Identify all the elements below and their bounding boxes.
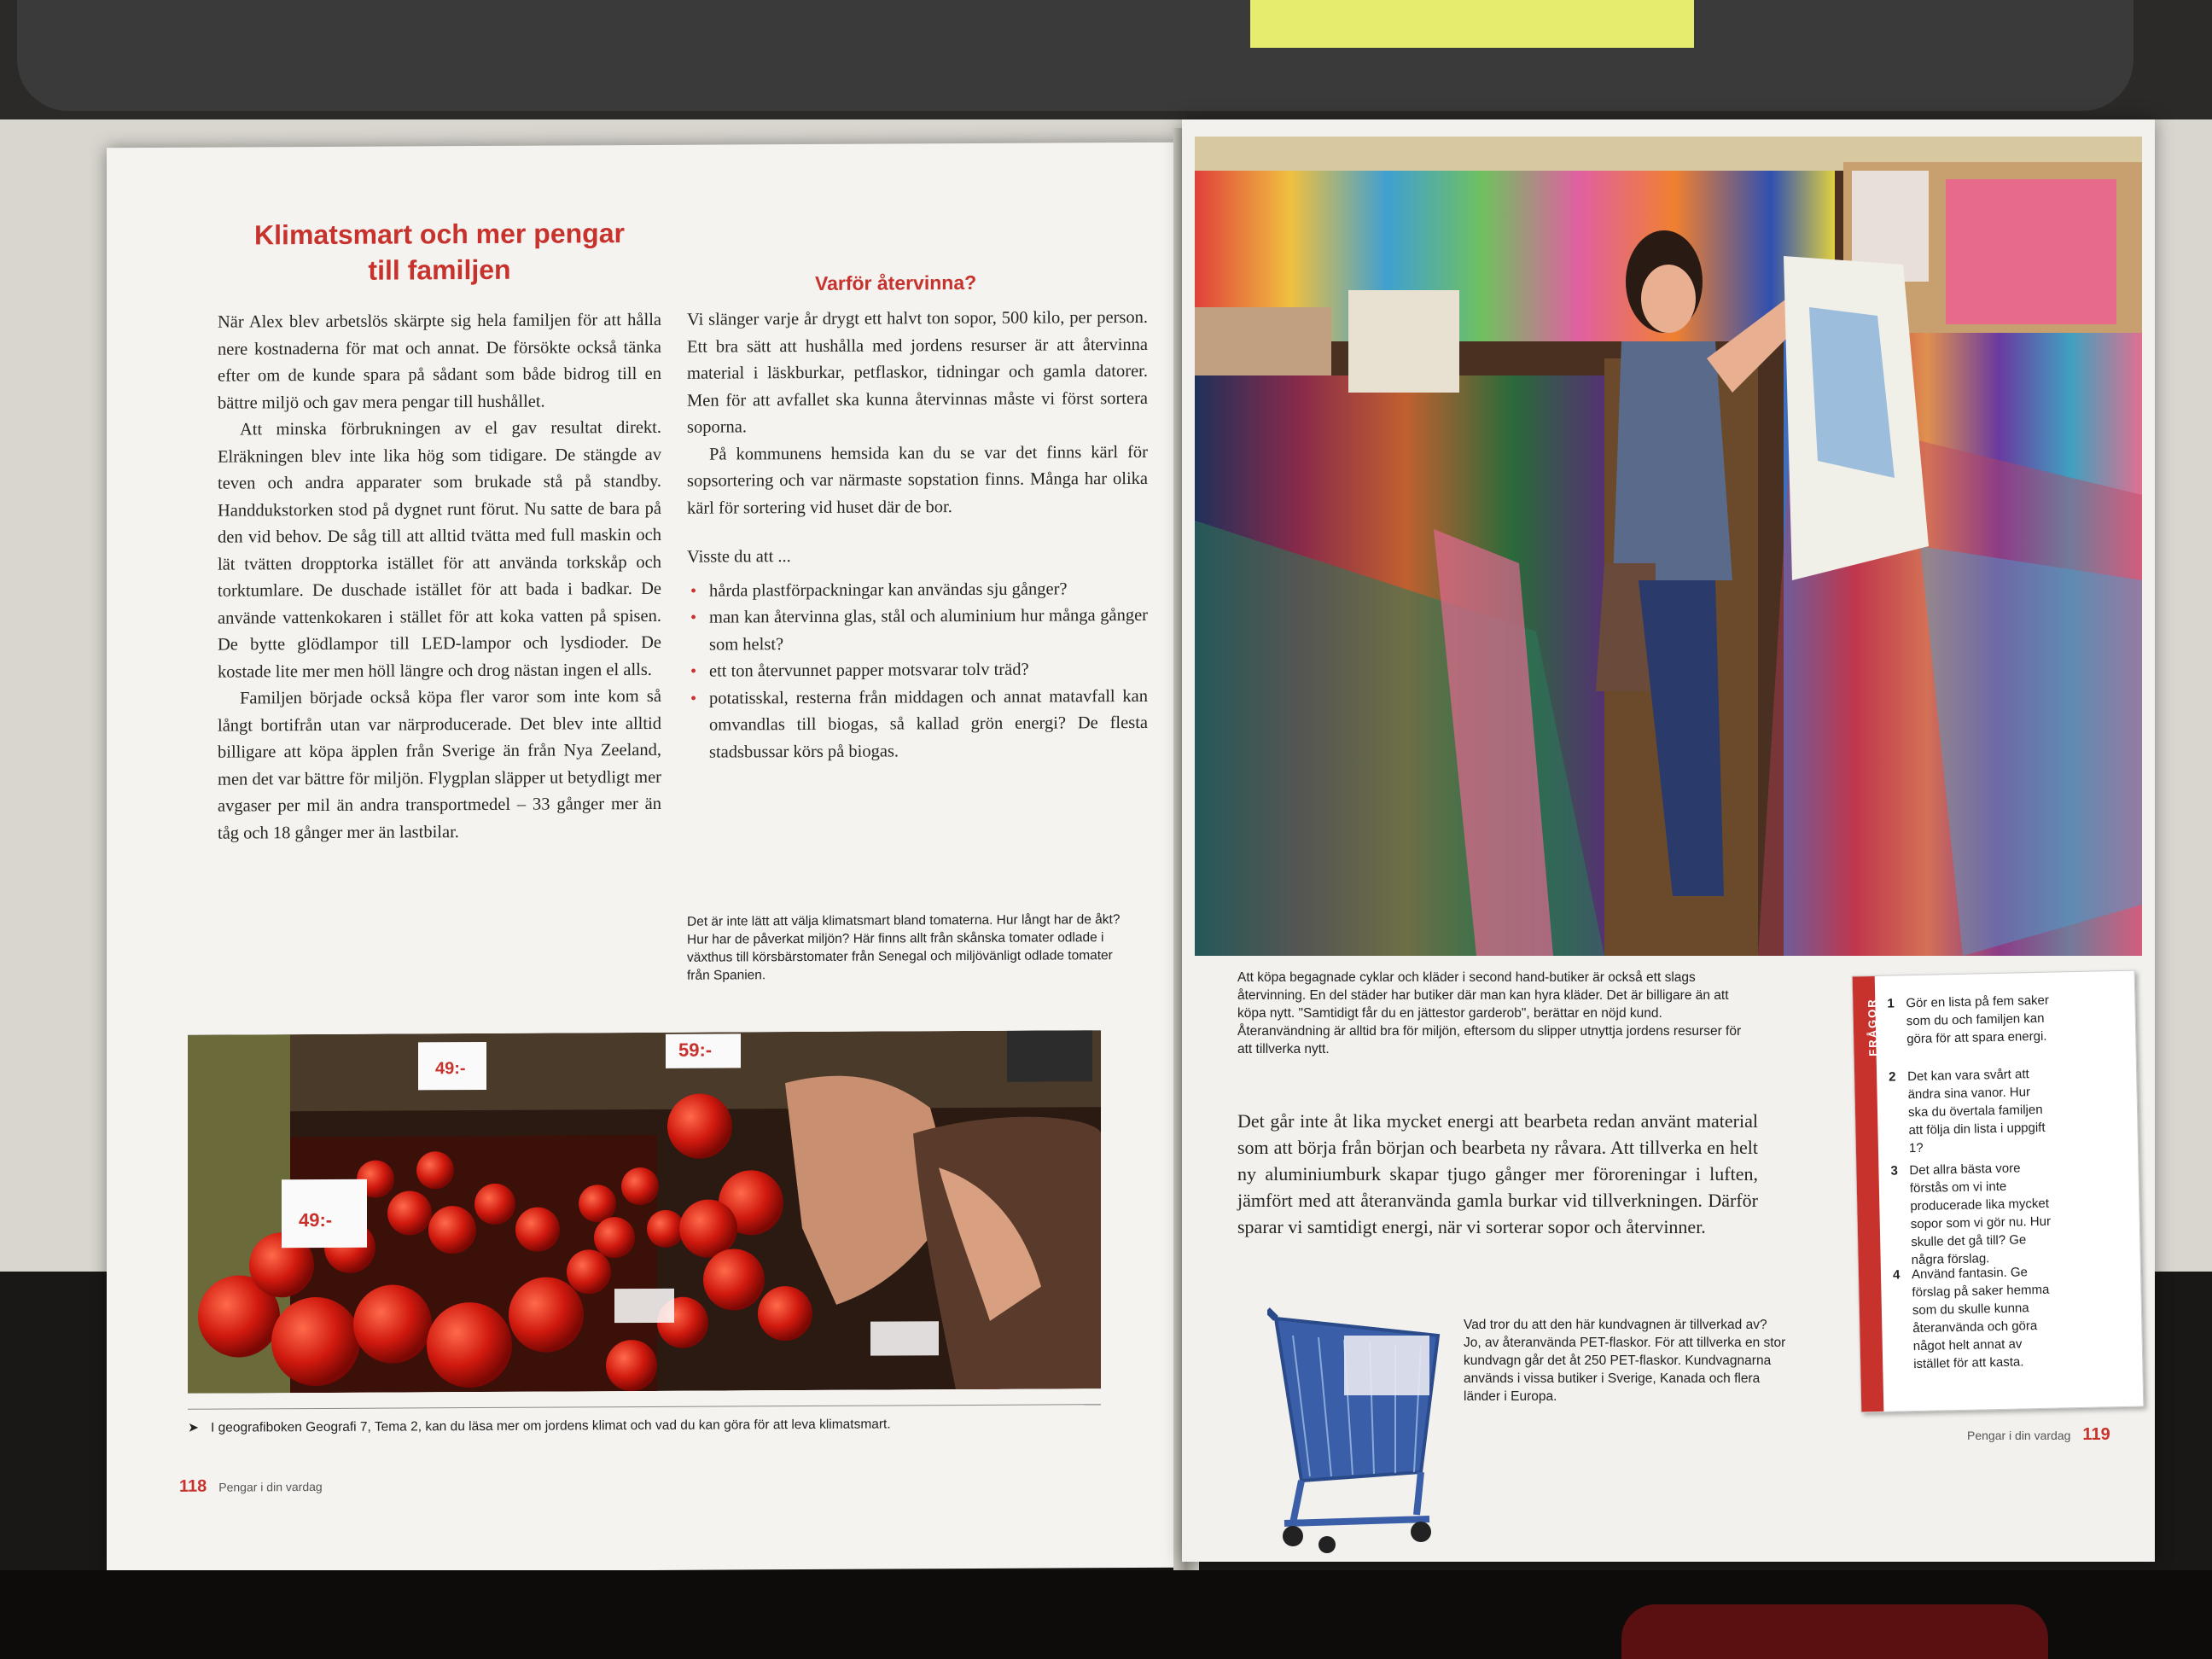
right-body: Det går inte åt lika mycket energi att b…: [1237, 1108, 1758, 1240]
footnote: ➤ I geografiboken Geografi 7, Tema 2, kan…: [188, 1414, 1126, 1437]
paragraph: Familjen började också köpa fler varor s…: [218, 686, 661, 843]
tomato-photo: 49:- 49:- 59:-: [188, 1030, 1101, 1394]
question-number: 4: [1892, 1267, 1901, 1283]
questions-label: FRÅGOR: [1865, 998, 1880, 1057]
list-item: potatisskal, resterna från middagen och …: [709, 683, 1148, 765]
price-tag: 49:-: [299, 1208, 333, 1231]
page-footer: 118 Pengar i din vardag: [179, 1476, 323, 1497]
page-label: Pengar i din vardag: [218, 1479, 323, 1494]
left-column-1: När Alex blev arbetslös skärpte sig hela…: [218, 307, 661, 847]
arrow-icon: ➤: [188, 1420, 199, 1435]
paragraph: Vi slänger varje år drygt ett halvt ton …: [687, 307, 1148, 437]
right-page: Att köpa begagnade cyklar och kläder i s…: [1182, 119, 2155, 1562]
price-tag: 59:-: [678, 1039, 713, 1061]
question-text: Gör en lista på fem saker som du och fam…: [1906, 992, 2050, 1047]
background-object: [1621, 1604, 2048, 1659]
paragraph: På kommunens hemsida kan du se var det f…: [687, 442, 1148, 518]
background-board: [17, 0, 2133, 111]
facts-list: hårda plastförpackningar kan användas sj…: [687, 575, 1148, 765]
question-item: 1 Gör en lista på fem saker som du och fa…: [1887, 992, 2052, 1049]
paragraph: Att minska förbrukningen av el gav resul…: [218, 417, 661, 682]
question-text: Det kan vara svårt att ändra sina vanor.…: [1906, 1067, 2046, 1156]
question-text: Det allra bästa vore förstås om vi inte …: [1909, 1161, 2052, 1268]
list-item: hårda plastförpackningar kan användas sj…: [709, 575, 1148, 604]
list-item: man kan återvinna glas, stål och alumini…: [709, 602, 1148, 659]
shopping-cart-image: [1265, 1301, 1464, 1557]
question-text: Använd fantasin. Ge förslag på saker hem…: [1911, 1265, 2050, 1372]
sticky-note: [1250, 0, 1694, 48]
page-label: Pengar i din vardag: [1967, 1429, 2071, 1442]
left-page: Klimatsmart och mer pengar till familjen…: [107, 142, 1182, 1574]
footnote-text: I geografiboken Geografi 7, Tema 2, kan …: [211, 1417, 891, 1435]
question-number: 2: [1888, 1069, 1896, 1085]
page-number: 118: [179, 1476, 207, 1496]
subheading: Varför återvinna?: [815, 271, 977, 294]
divider: [188, 1404, 1101, 1410]
questions-box: FRÅGOR 1 Gör en lista på fem saker som du…: [1851, 969, 2145, 1413]
price-tag: 49:-: [435, 1059, 466, 1079]
question-number: 1: [1887, 996, 1895, 1011]
tomato-caption: Det är inte lätt att välja klimatsmart b…: [687, 912, 1121, 983]
left-column-2: Vi slänger varje år drygt ett halvt ton …: [687, 305, 1148, 766]
page-number: 119: [2082, 1425, 2110, 1444]
question-item: 2 Det kan vara svårt att ändra sina vanor…: [1889, 1065, 2054, 1158]
page-title: Klimatsmart och mer pengar till familjen: [254, 218, 625, 286]
did-you-know-heading: Visste du att ...: [687, 547, 791, 567]
list-item: ett ton återvunnet papper motsvarar tolv…: [709, 656, 1148, 685]
paragraph: När Alex blev arbetslös skärpte sig hela…: [218, 310, 661, 413]
secondhand-shop-photo: [1195, 137, 2142, 956]
page-footer: Pengar i din vardag 119: [1967, 1425, 2110, 1445]
question-item: 4 Använd fantasin. Ge förslag på saker he…: [1893, 1263, 2059, 1374]
question-number: 3: [1890, 1163, 1898, 1179]
paragraph: Det går inte åt lika mycket energi att b…: [1237, 1110, 1758, 1237]
question-item: 3 Det allra bästa vore förstås om vi inte…: [1890, 1159, 2057, 1270]
cart-caption: Vad tror du att den här kundvagnen är ti…: [1464, 1318, 1786, 1404]
shop-caption: Att köpa begagnade cyklar och kläder i s…: [1237, 970, 1742, 1057]
